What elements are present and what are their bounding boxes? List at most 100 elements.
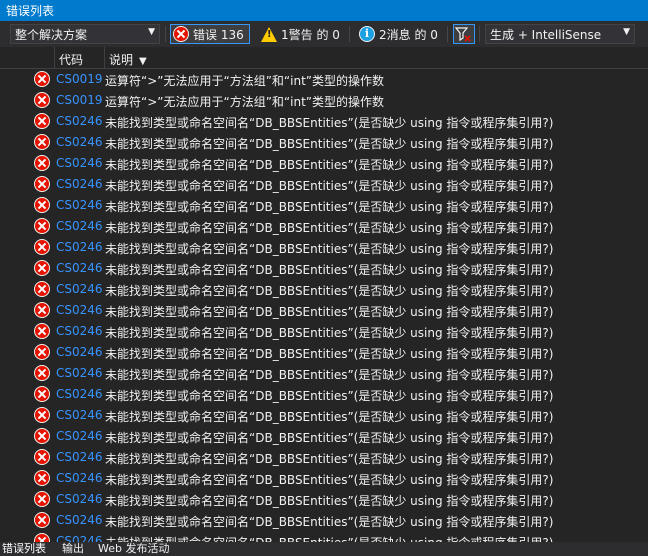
errors-filter-button[interactable]: 错误 136 bbox=[170, 24, 250, 44]
error-description: 未能找到类型或命名空间名“DB_BBSEntities”(是否缺少 using … bbox=[105, 473, 554, 487]
table-row[interactable]: CS0246未能找到类型或命名空间名“DB_BBSEntities”(是否缺少 … bbox=[0, 447, 648, 468]
table-row[interactable]: CS0246未能找到类型或命名空间名“DB_BBSEntities”(是否缺少 … bbox=[0, 195, 648, 216]
error-description: 未能找到类型或命名空间名“DB_BBSEntities”(是否缺少 using … bbox=[105, 326, 554, 340]
column-header: 代码 说明 ▼ bbox=[0, 47, 648, 69]
clear-filter-button[interactable] bbox=[453, 24, 475, 44]
error-description: 未能找到类型或命名空间名“DB_BBSEntities”(是否缺少 using … bbox=[105, 158, 554, 172]
error-icon bbox=[34, 239, 50, 255]
error-code-link[interactable]: CS0246 bbox=[56, 219, 103, 233]
table-row[interactable]: CS0246未能找到类型或命名空间名“DB_BBSEntities”(是否缺少 … bbox=[0, 279, 648, 300]
error-icon bbox=[34, 512, 50, 528]
tab-output[interactable]: 输出 bbox=[62, 543, 84, 555]
toolbar-divider bbox=[165, 26, 166, 42]
error-description: 未能找到类型或命名空间名“DB_BBSEntities”(是否缺少 using … bbox=[105, 410, 554, 424]
error-code-link[interactable]: CS0246 bbox=[56, 324, 103, 338]
table-row[interactable]: CS0246未能找到类型或命名空间名“DB_BBSEntities”(是否缺少 … bbox=[0, 342, 648, 363]
error-description: 未能找到类型或命名空间名“DB_BBSEntities”(是否缺少 using … bbox=[105, 179, 554, 193]
error-code-link[interactable]: CS0246 bbox=[56, 366, 103, 380]
error-icon bbox=[34, 386, 50, 402]
tab-error-list[interactable]: 错误列表 bbox=[2, 543, 46, 555]
error-code-link[interactable]: CS0019 bbox=[56, 93, 103, 107]
build-filter-dropdown[interactable]: 生成 + IntelliSense ▼ bbox=[485, 24, 635, 44]
error-code-link[interactable]: CS0246 bbox=[56, 156, 103, 170]
table-row[interactable]: CS0246未能找到类型或命名空间名“DB_BBSEntities”(是否缺少 … bbox=[0, 510, 648, 531]
error-code-link[interactable]: CS0246 bbox=[56, 345, 103, 359]
error-code-link[interactable]: CS0246 bbox=[56, 261, 103, 275]
tab-web-publish[interactable]: Web 发布活动 bbox=[98, 543, 169, 555]
error-description: 未能找到类型或命名空间名“DB_BBSEntities”(是否缺少 using … bbox=[105, 284, 554, 298]
table-row[interactable]: CS0246未能找到类型或命名空间名“DB_BBSEntities”(是否缺少 … bbox=[0, 321, 648, 342]
error-code-link[interactable]: CS0246 bbox=[56, 513, 103, 527]
table-row[interactable]: CS0246未能找到类型或命名空间名“DB_BBSEntities”(是否缺少 … bbox=[0, 174, 648, 195]
scope-dropdown[interactable]: 整个解决方案 ▼ bbox=[10, 24, 160, 44]
warning-icon: ! bbox=[261, 26, 277, 42]
table-row[interactable]: CS0246未能找到类型或命名空间名“DB_BBSEntities”(是否缺少 … bbox=[0, 363, 648, 384]
error-icon bbox=[173, 26, 189, 42]
error-description: 未能找到类型或命名空间名“DB_BBSEntities”(是否缺少 using … bbox=[105, 534, 553, 542]
error-description: 运算符“>”无法应用于“方法组”和“int”类型的操作数 bbox=[105, 95, 385, 109]
chevron-down-icon: ▼ bbox=[623, 27, 630, 37]
error-code-link[interactable]: CS0019 bbox=[56, 72, 103, 86]
table-row[interactable]: CS0246未能找到类型或命名空间名“DB_BBSEntities”(是否缺少 … bbox=[0, 237, 648, 258]
error-description: 未能找到类型或命名空间名“DB_BBSEntities”(是否缺少 using … bbox=[105, 116, 554, 130]
error-code-link[interactable]: CS0246 bbox=[56, 471, 103, 485]
messages-filter-button[interactable]: i 2消息 的 0 bbox=[356, 24, 444, 44]
error-code-link[interactable]: CS0246 bbox=[56, 408, 103, 422]
table-row[interactable]: CS0019 运算符“>”无法应用于“方法组”和“int”类型的操作数 bbox=[0, 69, 648, 90]
info-icon: i bbox=[359, 26, 375, 42]
table-row[interactable]: CS0019 运算符“>”无法应用于“方法组”和“int”类型的操作数 bbox=[0, 90, 648, 111]
error-description: 未能找到类型或命名空间名“DB_BBSEntities”(是否缺少 using … bbox=[105, 368, 554, 382]
error-code-link[interactable]: CS0246 bbox=[56, 303, 103, 317]
table-row[interactable]: CS0246未能找到类型或命名空间名“DB_BBSEntities”(是否缺少 … bbox=[0, 258, 648, 279]
error-icon bbox=[34, 323, 50, 339]
error-icon bbox=[34, 218, 50, 234]
bottom-tab-strip: 错误列表 输出 Web 发布活动 bbox=[0, 542, 648, 556]
toolbar-divider bbox=[447, 26, 448, 42]
toolbar-divider bbox=[349, 26, 350, 42]
error-code-link[interactable]: CS0246 bbox=[56, 198, 103, 212]
error-icon bbox=[34, 197, 50, 213]
table-row[interactable]: CS0246未能找到类型或命名空间名“DB_BBSEntities”(是否缺少 … bbox=[0, 132, 648, 153]
error-icon bbox=[34, 92, 50, 108]
table-row[interactable]: CS0246未能找到类型或命名空间名“DB_BBSEntities”(是否缺少 … bbox=[0, 300, 648, 321]
error-icon bbox=[34, 365, 50, 381]
error-description: 未能找到类型或命名空间名“DB_BBSEntities”(是否缺少 using … bbox=[105, 221, 554, 235]
error-description: 未能找到类型或命名空间名“DB_BBSEntities”(是否缺少 using … bbox=[105, 431, 554, 445]
table-row[interactable]: CS0246未能找到类型或命名空间名“DB_BBSEntities”(是否缺少 … bbox=[0, 153, 648, 174]
error-icon bbox=[34, 176, 50, 192]
error-icon bbox=[34, 260, 50, 276]
chevron-down-icon: ▼ bbox=[148, 27, 155, 37]
warnings-filter-button[interactable]: ! 1警告 的 0 bbox=[258, 24, 346, 44]
sort-down-icon: ▼ bbox=[139, 56, 147, 67]
error-code-link[interactable]: CS0246 bbox=[56, 429, 103, 443]
error-code-link[interactable]: CS0246 bbox=[56, 240, 103, 254]
table-row[interactable]: CS0246未能找到类型或命名空间名“DB_BBSEntities”(是否缺少 … bbox=[0, 468, 648, 489]
error-code-link[interactable]: CS0246 bbox=[56, 114, 103, 128]
error-icon bbox=[34, 71, 50, 87]
table-row[interactable]: CS0246未能找到类型或命名空间名“DB_BBSEntities”(是否缺少 … bbox=[0, 384, 648, 405]
column-header-code[interactable]: 代码 bbox=[55, 47, 105, 69]
error-code-link[interactable]: CS0246 bbox=[56, 135, 103, 149]
error-list-toolbar: 整个解决方案 ▼ 错误 136 ! 1警告 的 0 i 2消息 的 0 生成 +… bbox=[0, 21, 648, 47]
table-row[interactable]: CS0246未能找到类型或命名空间名“DB_BBSEntities”(是否缺少 … bbox=[0, 489, 648, 510]
column-header-description[interactable]: 说明 ▼ bbox=[105, 47, 305, 69]
error-code-link[interactable]: CS0246 bbox=[56, 492, 103, 506]
error-description: 未能找到类型或命名空间名“DB_BBSEntities”(是否缺少 using … bbox=[105, 494, 554, 508]
table-row[interactable]: CS0246未能找到类型或命名空间名“DB_BBSEntities”(是否缺少 … bbox=[0, 111, 648, 132]
error-code-link[interactable]: CS0246 bbox=[56, 387, 103, 401]
error-code-link[interactable]: CS0246 bbox=[56, 450, 103, 464]
error-description: 未能找到类型或命名空间名“DB_BBSEntities”(是否缺少 using … bbox=[105, 137, 554, 151]
error-code-link[interactable]: CS0246 bbox=[56, 282, 103, 296]
error-icon bbox=[34, 134, 50, 150]
error-icon bbox=[34, 491, 50, 507]
table-row[interactable]: CS0246未能找到类型或命名空间名“DB_BBSEntities”(是否缺少 … bbox=[0, 405, 648, 426]
error-description: 未能找到类型或命名空间名“DB_BBSEntities”(是否缺少 using … bbox=[105, 389, 554, 403]
table-row[interactable]: CS0246未能找到类型或命名空间名“DB_BBSEntities”(是否缺少 … bbox=[0, 216, 648, 237]
window-title: 错误列表 bbox=[0, 0, 648, 21]
error-code-link[interactable]: CS0246 bbox=[56, 177, 103, 191]
table-row[interactable]: CS0246未能找到类型或命名空间名“DB_BBSEntities”(是否缺少 … bbox=[0, 426, 648, 447]
table-row[interactable]: CS0246未能找到类型或命名空间名“DB_BBSEntities”(是否缺少 … bbox=[0, 531, 648, 542]
error-description: 未能找到类型或命名空间名“DB_BBSEntities”(是否缺少 using … bbox=[105, 263, 554, 277]
error-code-link[interactable]: CS0246 bbox=[56, 534, 103, 542]
error-icon bbox=[34, 344, 50, 360]
